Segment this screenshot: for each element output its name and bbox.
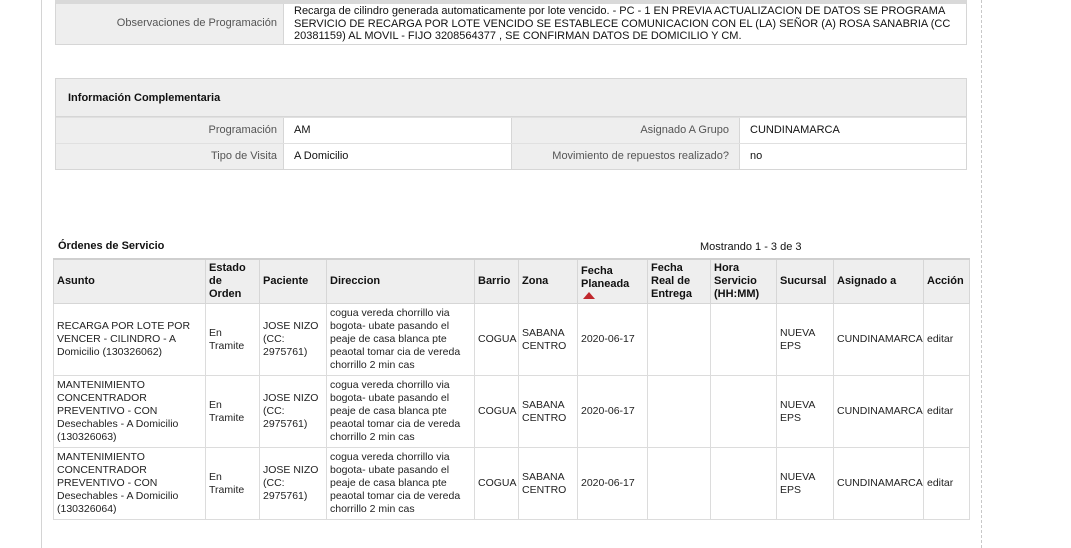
table-header-row: Asunto Estado de Orden Paciente Direccio… (53, 258, 970, 304)
col-asunto[interactable]: Asunto (53, 258, 206, 304)
editar-link[interactable]: editar (927, 477, 953, 489)
cell-fecha-real (647, 375, 711, 448)
table-row: MANTENIMIENTO CONCENTRADOR PREVENTIVO - … (53, 447, 970, 520)
table-row: MANTENIMIENTO CONCENTRADOR PREVENTIVO - … (53, 375, 970, 448)
movimiento-repuestos-label: Movimiento de repuestos realizado? (512, 144, 740, 169)
cell-zona: SABANA CENTRO (518, 375, 578, 448)
cell-sucursal: NUEVA EPS (776, 303, 834, 376)
col-barrio[interactable]: Barrio (474, 258, 519, 304)
cell-direccion: cogua vereda chorrillo via bogota- ubate… (326, 447, 475, 520)
col-zona[interactable]: Zona (518, 258, 578, 304)
col-fecha-real-entrega[interactable]: Fecha Real de Entrega (647, 258, 711, 304)
cell-fecha-planeada: 2020-06-17 (577, 303, 648, 376)
cell-zona: SABANA CENTRO (518, 303, 578, 376)
cell-fecha-planeada: 2020-06-17 (577, 375, 648, 448)
info-row-programacion: Programación AM Asignado A Grupo CUNDINA… (56, 117, 966, 143)
tipo-visita-value: A Domicilio (284, 144, 512, 169)
col-direccion[interactable]: Direccion (326, 258, 475, 304)
ordenes-title: Órdenes de Servicio (58, 240, 165, 252)
cell-fecha-real (647, 303, 711, 376)
ordenes-table: Asunto Estado de Orden Paciente Direccio… (53, 258, 970, 520)
asignado-grupo-label: Asignado A Grupo (512, 118, 740, 143)
programacion-label: Programación (56, 118, 284, 143)
cell-asunto: MANTENIMIENTO CONCENTRADOR PREVENTIVO - … (53, 375, 206, 448)
tipo-visita-label: Tipo de Visita (56, 144, 284, 169)
cell-sucursal: NUEVA EPS (776, 447, 834, 520)
cell-estado: En Tramite (205, 375, 260, 448)
info-complementaria-panel: Información Complementaria Programación … (55, 78, 967, 170)
info-row-tipo-visita: Tipo de Visita A Domicilio Movimiento de… (56, 143, 966, 169)
table-row: RECARGA POR LOTE POR VENCER - CILINDRO -… (53, 303, 970, 376)
cell-fecha-planeada: 2020-06-17 (577, 447, 648, 520)
cell-barrio: COGUA (474, 447, 519, 520)
observaciones-value: Recarga de cilindro generada automaticam… (294, 5, 951, 42)
cell-barrio: COGUA (474, 375, 519, 448)
editar-link[interactable]: editar (927, 333, 953, 345)
editar-link[interactable]: editar (927, 405, 953, 417)
observaciones-row: Observaciones de Programación Recarga de… (55, 0, 967, 45)
col-fecha-planeada-label: Fecha Planeada (581, 264, 630, 290)
asignado-grupo-value: CUNDINAMARCA (750, 124, 840, 136)
observaciones-label: Observaciones de Programación (56, 4, 284, 44)
sort-ascending-icon (583, 291, 595, 299)
cell-barrio: COGUA (474, 303, 519, 376)
cell-zona: SABANA CENTRO (518, 447, 578, 520)
col-fecha-planeada[interactable]: Fecha Planeada (577, 258, 648, 304)
cell-accion: editar (923, 375, 970, 448)
ordenes-count: Mostrando 1 - 3 de 3 (700, 241, 802, 253)
cell-asunto: RECARGA POR LOTE POR VENCER - CILINDRO -… (53, 303, 206, 376)
cell-asignado: CUNDINAMARCA (833, 375, 924, 448)
cell-asunto: MANTENIMIENTO CONCENTRADOR PREVENTIVO - … (53, 447, 206, 520)
cell-paciente: JOSE NIZO (CC: 2975761) (259, 447, 327, 520)
cell-direccion: cogua vereda chorrillo via bogota- ubate… (326, 375, 475, 448)
left-border-line (41, 0, 42, 548)
cell-fecha-real (647, 447, 711, 520)
col-asignado-a[interactable]: Asignado a (833, 258, 924, 304)
cell-paciente: JOSE NIZO (CC: 2975761) (259, 303, 327, 376)
cell-estado: En Tramite (205, 303, 260, 376)
cell-hora (710, 447, 777, 520)
cell-estado: En Tramite (205, 447, 260, 520)
col-paciente[interactable]: Paciente (259, 258, 327, 304)
cell-asignado: CUNDINAMARCA (833, 303, 924, 376)
cell-asignado: CUNDINAMARCA (833, 447, 924, 520)
cell-paciente: JOSE NIZO (CC: 2975761) (259, 375, 327, 448)
cell-hora (710, 303, 777, 376)
info-complementaria-title: Información Complementaria (56, 79, 966, 117)
movimiento-repuestos-value: no (750, 150, 763, 162)
right-dashed-divider (981, 0, 982, 548)
cell-sucursal: NUEVA EPS (776, 375, 834, 448)
col-sucursal[interactable]: Sucursal (776, 258, 834, 304)
cell-accion: editar (923, 447, 970, 520)
col-accion: Acción (923, 258, 970, 304)
programacion-value: AM (284, 118, 512, 143)
col-estado-orden[interactable]: Estado de Orden (205, 258, 260, 304)
cell-hora (710, 375, 777, 448)
col-hora-servicio[interactable]: Hora Servicio (HH:MM) (710, 258, 777, 304)
cell-direccion: cogua vereda chorrillo via bogota- ubate… (326, 303, 475, 376)
cell-accion: editar (923, 303, 970, 376)
